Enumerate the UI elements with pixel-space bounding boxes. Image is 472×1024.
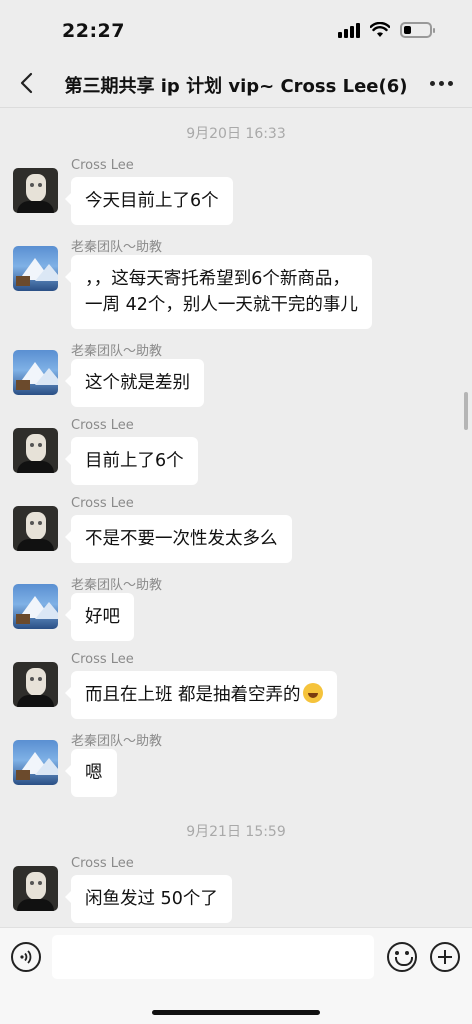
more-dots-icon xyxy=(429,80,435,86)
mountain-avatar[interactable] xyxy=(13,350,58,395)
chat-title: 第三期共享 ip 计划 vip~ Cross Lee(6) xyxy=(64,76,408,97)
masked-person-avatar[interactable] xyxy=(13,168,58,213)
more-dot xyxy=(447,80,453,86)
mountain-avatar[interactable] xyxy=(13,740,58,785)
masked-person-avatar[interactable] xyxy=(13,662,58,707)
more-button[interactable] xyxy=(428,72,454,94)
voice-button[interactable] xyxy=(11,942,41,972)
home-indicator xyxy=(152,1010,320,1015)
plus-icon[interactable] xyxy=(430,942,460,972)
status-time: 22:27 xyxy=(62,20,125,42)
message-input[interactable] xyxy=(52,935,374,979)
masked-person-avatar[interactable] xyxy=(13,428,58,473)
timestamp: 9月20日 16:33 xyxy=(186,126,286,142)
message-line: ，，这每天寄托希望到6个新商品， xyxy=(85,269,350,289)
voice-icon xyxy=(20,950,32,964)
sender-name: 老秦团队～助教 xyxy=(71,578,163,593)
sender-name: Cross Lee xyxy=(71,496,134,511)
wifi-icon xyxy=(370,22,390,37)
timestamp: 9月21日 15:59 xyxy=(186,824,286,840)
masked-person-avatar[interactable] xyxy=(13,866,58,911)
message-bubble[interactable]: 嗯 xyxy=(65,749,117,797)
message-bubble[interactable]: 目前上了6个 xyxy=(65,437,198,485)
message-bubble[interactable]: 不是不要一次性发太多么 xyxy=(65,515,292,563)
tears-of-joy-emoji xyxy=(302,683,323,703)
mountain-avatar[interactable] xyxy=(13,246,58,291)
chat-header: 第三期共享 ip 计划 vip~ Cross Lee(6) xyxy=(0,58,472,108)
sender-name: Cross Lee xyxy=(71,856,134,871)
sender-name: Cross Lee xyxy=(71,158,134,173)
more-dot xyxy=(438,80,444,86)
message-line: 一周 42个，别人一天就干完的事儿 xyxy=(85,295,358,315)
message-bubble[interactable]: 好吧 xyxy=(65,593,134,641)
chat-area[interactable]: 9月20日 16:33 Cross Lee 今天目前上了6个 老秦团队～助教 ，… xyxy=(0,109,472,927)
message-bubble[interactable]: 闲鱼发过 50个了 xyxy=(65,875,232,923)
sender-name: Cross Lee xyxy=(71,652,134,667)
message-text: 而且在上班 都是抽着空弄的 xyxy=(85,685,301,705)
sender-name: 老秦团队～助教 xyxy=(71,344,163,359)
sender-name: 老秦团队～助教 xyxy=(71,240,163,255)
signal-icon xyxy=(338,22,360,38)
sender-name: 老秦团队～助教 xyxy=(71,734,163,749)
status-bar: 22:27 xyxy=(0,0,472,58)
masked-person-avatar[interactable] xyxy=(13,506,58,551)
scrollbar[interactable] xyxy=(464,392,468,430)
sender-name: Cross Lee xyxy=(71,418,134,433)
message-bubble[interactable]: 这个就是差别 xyxy=(65,359,204,407)
message-bubble[interactable]: ，，这每天寄托希望到6个新商品， 一周 42个，别人一天就干完的事儿 xyxy=(65,255,372,329)
message-bubble[interactable]: 今天目前上了6个 xyxy=(65,177,233,225)
battery-level xyxy=(404,26,412,34)
message-bubble[interactable]: 而且在上班 都是抽着空弄的 xyxy=(65,671,337,719)
emoji-face-icon[interactable] xyxy=(387,942,417,972)
mountain-avatar[interactable] xyxy=(13,584,58,629)
status-icons xyxy=(338,22,435,38)
battery-icon xyxy=(400,22,435,38)
